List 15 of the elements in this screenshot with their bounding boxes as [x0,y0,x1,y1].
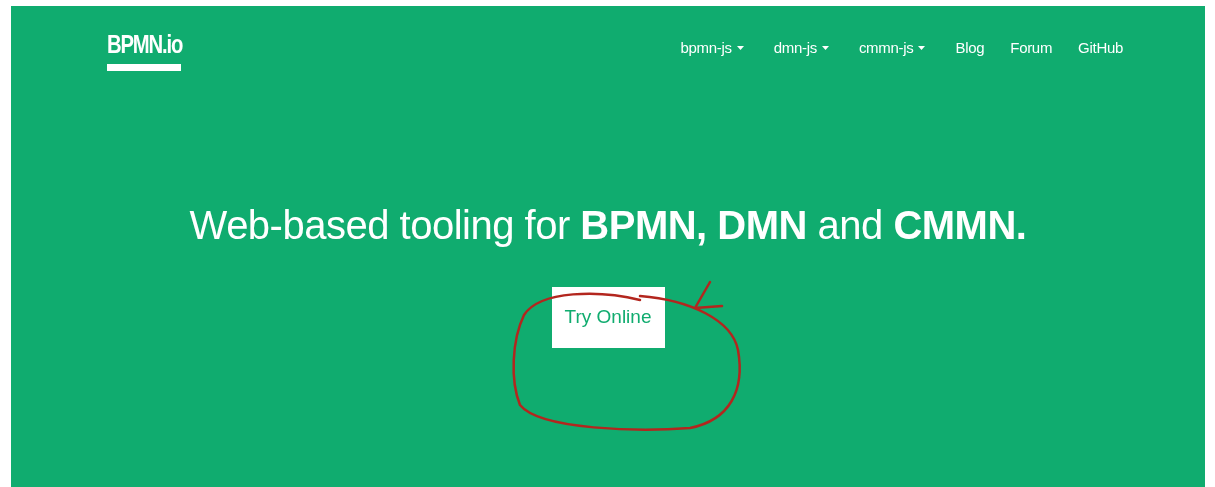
logo[interactable]: BPMN.io [107,29,204,71]
caret-icon [918,46,926,51]
nav-link[interactable]: Forum [1000,37,1063,60]
nav-link[interactable]: Blog [945,37,995,60]
caret-icon [736,46,744,51]
nav-dropdown[interactable]: dmn-js [763,37,839,60]
headline: Web-based tooling for BPMN, DMN and CMMN. [189,202,1027,249]
try-online-button[interactable]: Try Online [551,287,665,348]
nav-dropdown[interactable]: cmmn-js [848,37,936,60]
nav-link[interactable]: GitHub [1068,37,1133,60]
caret-icon [821,46,829,51]
nav-dropdown[interactable]: bpmn-js [670,37,754,60]
nav-label: cmmn-js [858,38,914,58]
nav-label: bpmn-js [680,38,732,58]
nav-label: dmn-js [773,38,817,58]
